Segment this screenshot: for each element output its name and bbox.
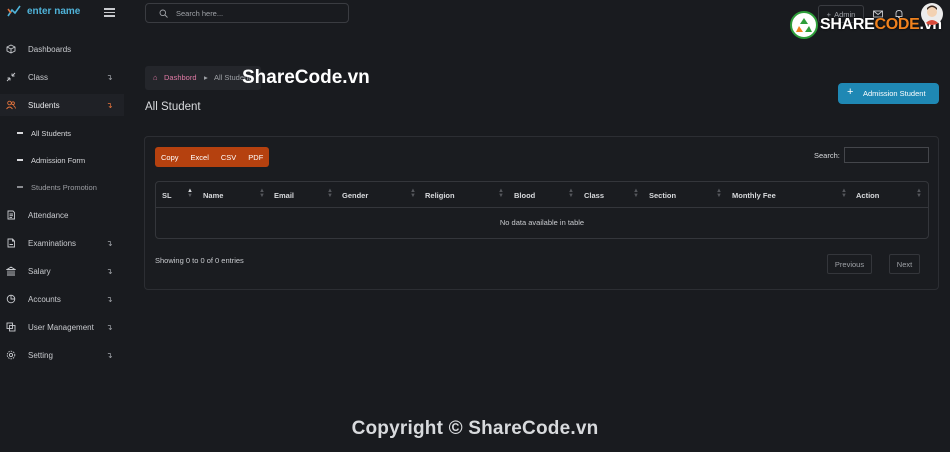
copy-button[interactable]: Copy (155, 147, 185, 167)
sidebar-subitem-label: Students Promotion (31, 182, 97, 192)
sidebar-item-label: User Management (28, 322, 94, 332)
chevron-icon: ↴ (106, 350, 113, 360)
watermark-share: SHARE (820, 16, 875, 33)
users-icon (6, 100, 16, 110)
copy-icon (6, 322, 16, 332)
page-title: All Student (145, 101, 201, 113)
sidebar-item-label: Dashboards (28, 44, 72, 54)
sidebar-subitem-label: Admission Form (31, 155, 86, 165)
sidebar-subitem-admission-form[interactable]: Admission Form (0, 151, 124, 169)
logo-icon (7, 5, 21, 17)
sidebar-item-salary[interactable]: Salary ↴ (0, 260, 124, 282)
arrows-icon (6, 72, 16, 82)
export-button-group: Copy Excel CSV PDF (155, 147, 270, 167)
column-header-gender[interactable]: Gender (342, 191, 368, 200)
sidebar-subitem-all-students[interactable]: All Students (0, 124, 124, 142)
sidebar-item-label: Accounts (28, 294, 61, 304)
column-header-section[interactable]: Section (649, 191, 676, 200)
excel-button[interactable]: Excel (185, 147, 215, 167)
sort-icon: ▲ ▼ (633, 188, 639, 199)
pie-chart-icon (6, 294, 16, 304)
avatar[interactable] (921, 3, 943, 25)
search-placeholder: Search here... (176, 9, 224, 18)
sort-icon: ▲ ▼ (916, 188, 922, 199)
sidebar-item-setting[interactable]: Setting ↴ (0, 344, 124, 366)
sort-icon: ▲ ▼ (187, 188, 193, 199)
watermark-code: CODE (874, 16, 920, 33)
chevron-icon: ↴ (106, 266, 113, 276)
table-empty-message: No data available in table (499, 218, 585, 227)
sidebar-item-label: Setting (28, 350, 53, 360)
plus-icon: + (847, 86, 854, 98)
sort-icon: ▲ ▼ (498, 188, 504, 199)
sidebar-subitem-label: All Students (31, 128, 72, 138)
sidebar-item-label: Salary (28, 266, 51, 276)
sidebar-item-attendance[interactable]: Attendance (0, 204, 124, 226)
brand[interactable]: enter name (0, 0, 126, 26)
brand-name: enter name (27, 6, 81, 17)
chevron-icon: ↴ (106, 100, 113, 110)
column-header-class[interactable]: Class (584, 191, 604, 200)
watermark-logo: SHARECODE.vn (790, 8, 942, 42)
home-icon[interactable]: ⌂ (153, 73, 158, 82)
previous-button[interactable]: Previous (827, 254, 872, 274)
document-icon (7, 210, 15, 220)
breadcrumb-dashboard[interactable]: Dashbord (164, 73, 197, 82)
sidebar-item-label: Students (28, 100, 60, 110)
recycle-icon (790, 11, 818, 39)
sidebar-subitem-students-promotion[interactable]: Students Promotion (0, 178, 124, 196)
chevron-icon: ↴ (106, 72, 113, 82)
copyright-watermark: Copyright © ShareCode.vn (351, 418, 599, 439)
column-header-email[interactable]: Email (274, 191, 294, 200)
table-search-input[interactable] (844, 147, 929, 163)
table-search-label: Search: (814, 151, 840, 160)
column-header-religion[interactable]: Religion (425, 191, 455, 200)
cube-icon (6, 44, 16, 54)
chevron-icon: ↴ (106, 238, 113, 248)
sidebar-item-class[interactable]: Class ↴ (0, 66, 124, 88)
table-header: SL ▲ ▼ Name ▲ ▼ Email ▲ ▼ Gender ▲ ▼ Religio… (156, 182, 928, 208)
admission-student-label: Admission Student (863, 89, 926, 98)
sidebar-item-examinations[interactable]: Examinations ↴ (0, 232, 124, 254)
column-header-action[interactable]: Action (856, 191, 879, 200)
column-header-monthly-fee[interactable]: Monthly Fee (732, 191, 776, 200)
sort-icon: ▲ ▼ (841, 188, 847, 199)
table-info: Showing 0 to 0 of 0 entries (155, 256, 244, 265)
dash-icon (17, 132, 23, 134)
menu-toggle-icon[interactable] (104, 8, 115, 17)
sidebar-item-students[interactable]: Students ↴ (0, 94, 124, 116)
students-table: SL ▲ ▼ Name ▲ ▼ Email ▲ ▼ Gender ▲ ▼ Religio… (155, 181, 929, 239)
sidebar-item-label: Class (28, 72, 49, 82)
search-input[interactable]: Search here... (145, 3, 349, 23)
sidebar-item-accounts[interactable]: Accounts ↴ (0, 288, 124, 310)
dash-icon (17, 159, 23, 161)
students-table-card: Copy Excel CSV PDF Search: SL ▲ ▼ Name ▲ ▼… (144, 136, 939, 290)
bank-icon (6, 266, 16, 276)
sidebar-item-dashboards[interactable]: Dashboards (0, 38, 124, 60)
sort-icon: ▲ ▼ (327, 188, 333, 199)
sidebar-item-user-management[interactable]: User Management ↴ (0, 316, 124, 338)
chevron-icon: ↴ (106, 322, 113, 332)
dash-icon (17, 186, 23, 188)
gear-icon (6, 350, 16, 360)
sort-icon: ▲ ▼ (410, 188, 416, 199)
breadcrumb-separator-icon: ▸ (204, 73, 208, 82)
sidebar-item-label: Attendance (28, 210, 69, 220)
sidebar: enter name Dashboards Class ↴ Students ↴… (0, 0, 126, 452)
column-header-sl[interactable]: SL (162, 191, 172, 200)
column-header-name[interactable]: Name (203, 191, 223, 200)
next-button[interactable]: Next (889, 254, 920, 274)
pdf-button[interactable]: PDF (242, 147, 269, 167)
column-header-blood[interactable]: Blood (514, 191, 535, 200)
admission-student-button[interactable]: + Admission Student (838, 83, 939, 104)
watermark-center: ShareCode.vn (242, 67, 370, 88)
csv-button[interactable]: CSV (215, 147, 242, 167)
sort-icon: ▲ ▼ (716, 188, 722, 199)
file-icon (7, 238, 15, 248)
search-icon (159, 9, 168, 18)
chevron-icon: ↴ (106, 294, 113, 304)
sort-icon: ▲ ▼ (568, 188, 574, 199)
sidebar-item-label: Examinations (28, 238, 77, 248)
sort-icon: ▲ ▼ (259, 188, 265, 199)
